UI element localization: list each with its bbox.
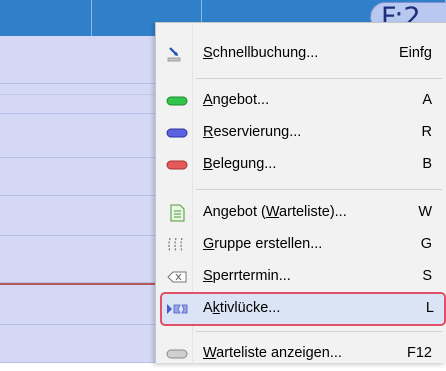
grid-row[interactable] bbox=[0, 84, 160, 114]
shortcut-label: S bbox=[422, 268, 432, 284]
shortcut-label: F12 bbox=[407, 345, 432, 361]
grid-row[interactable] bbox=[0, 285, 160, 325]
menu-item-sperrtermin[interactable]: Sperrtermin... S bbox=[156, 260, 446, 294]
shortcut-label: R bbox=[421, 124, 432, 140]
menu-separator bbox=[196, 331, 442, 332]
grid-row[interactable] bbox=[0, 36, 160, 84]
menu-item-angebot-warteliste[interactable]: Angebot (Warteliste)... W bbox=[156, 196, 446, 230]
menu-item-warteliste-anzeigen[interactable]: Warteliste anzeigen... F12 bbox=[156, 337, 446, 371]
menu-item-gruppe-erstellen[interactable]: Gruppe erstellen... G bbox=[156, 228, 446, 262]
shortcut-label: W bbox=[418, 204, 432, 220]
blue-pill-icon bbox=[166, 124, 188, 142]
shortcut-label: Einfg bbox=[398, 45, 432, 61]
grid-header-cell bbox=[0, 0, 92, 36]
block-icon bbox=[166, 268, 188, 286]
group-bracket-icon bbox=[166, 236, 188, 254]
menu-item-reservierung[interactable]: Reservierung... R bbox=[156, 116, 446, 150]
grid-row[interactable] bbox=[0, 325, 160, 363]
document-icon bbox=[166, 204, 188, 222]
menu-item-schnellbuchung[interactable]: Schnellbuchung... Einfg bbox=[156, 37, 446, 71]
menu-item-belegung[interactable]: Belegung... B bbox=[156, 148, 446, 182]
gray-pill-icon bbox=[166, 345, 188, 363]
menu-separator bbox=[196, 189, 442, 190]
shortcut-label: L bbox=[425, 300, 434, 316]
menu-item-aktivluecke[interactable]: Aktivlücke... L bbox=[160, 292, 446, 326]
menu-separator bbox=[196, 78, 442, 79]
red-pill-icon bbox=[166, 156, 188, 174]
shortcut-label: B bbox=[422, 156, 432, 172]
shortcut-label: A bbox=[422, 92, 432, 108]
context-menu: Schnellbuchung... Einfg Angebot... A Res… bbox=[155, 22, 446, 364]
grid-row[interactable] bbox=[0, 114, 160, 158]
grid-row[interactable] bbox=[0, 236, 160, 283]
shortcut-label: G bbox=[420, 236, 432, 252]
gap-icon bbox=[166, 300, 188, 318]
grid-row[interactable] bbox=[0, 196, 160, 236]
grid-row[interactable] bbox=[0, 158, 160, 196]
menu-item-angebot[interactable]: Angebot... A bbox=[156, 84, 446, 118]
green-pill-icon bbox=[166, 92, 188, 110]
quick-booking-icon bbox=[166, 45, 188, 63]
